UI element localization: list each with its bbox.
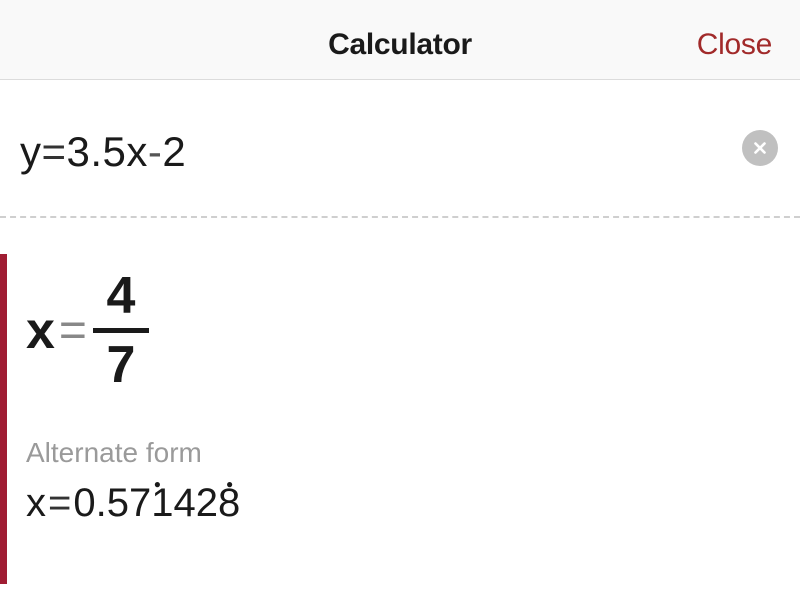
alternate-form-label: Alternate form <box>16 437 800 469</box>
expression-const: 2 <box>162 128 186 175</box>
alt-leading: 0. <box>73 481 106 526</box>
result-primary: x = 4 7 <box>16 254 800 393</box>
section-divider <box>0 216 800 218</box>
fraction-numerator: 4 <box>98 268 143 324</box>
fraction-bar <box>93 328 149 333</box>
result-fraction: 4 7 <box>93 268 149 393</box>
repeat-dot-start: ● <box>154 477 161 491</box>
expression-coef: 3.5x <box>67 128 148 175</box>
alt-equals: = <box>48 481 71 526</box>
result-variable: x <box>26 301 55 361</box>
fraction-denominator: 7 <box>98 337 143 393</box>
close-icon <box>751 139 769 157</box>
close-button[interactable]: Close <box>697 28 772 62</box>
alt-variable: x <box>26 481 46 526</box>
alternate-form-value: x=0.●571428● <box>16 481 800 526</box>
accent-bar <box>0 254 7 584</box>
repeat-dot-end: ● <box>226 477 233 491</box>
input-section: y=3.5x-2 <box>0 80 800 216</box>
page-title: Calculator <box>328 28 472 62</box>
clear-button[interactable] <box>742 130 778 166</box>
result-equals: = <box>59 303 87 358</box>
expression-equals: = <box>42 128 67 175</box>
expression-minus: - <box>148 128 163 175</box>
result-section: x = 4 7 Alternate form x=0.●571428● <box>0 254 800 526</box>
alt-repeating-block: ●571428● <box>107 481 240 526</box>
expression-input[interactable]: y=3.5x-2 <box>20 128 780 176</box>
header-bar: Calculator Close <box>0 0 800 80</box>
expression-y: y <box>20 128 42 175</box>
alt-digits: 571428 <box>107 481 240 525</box>
